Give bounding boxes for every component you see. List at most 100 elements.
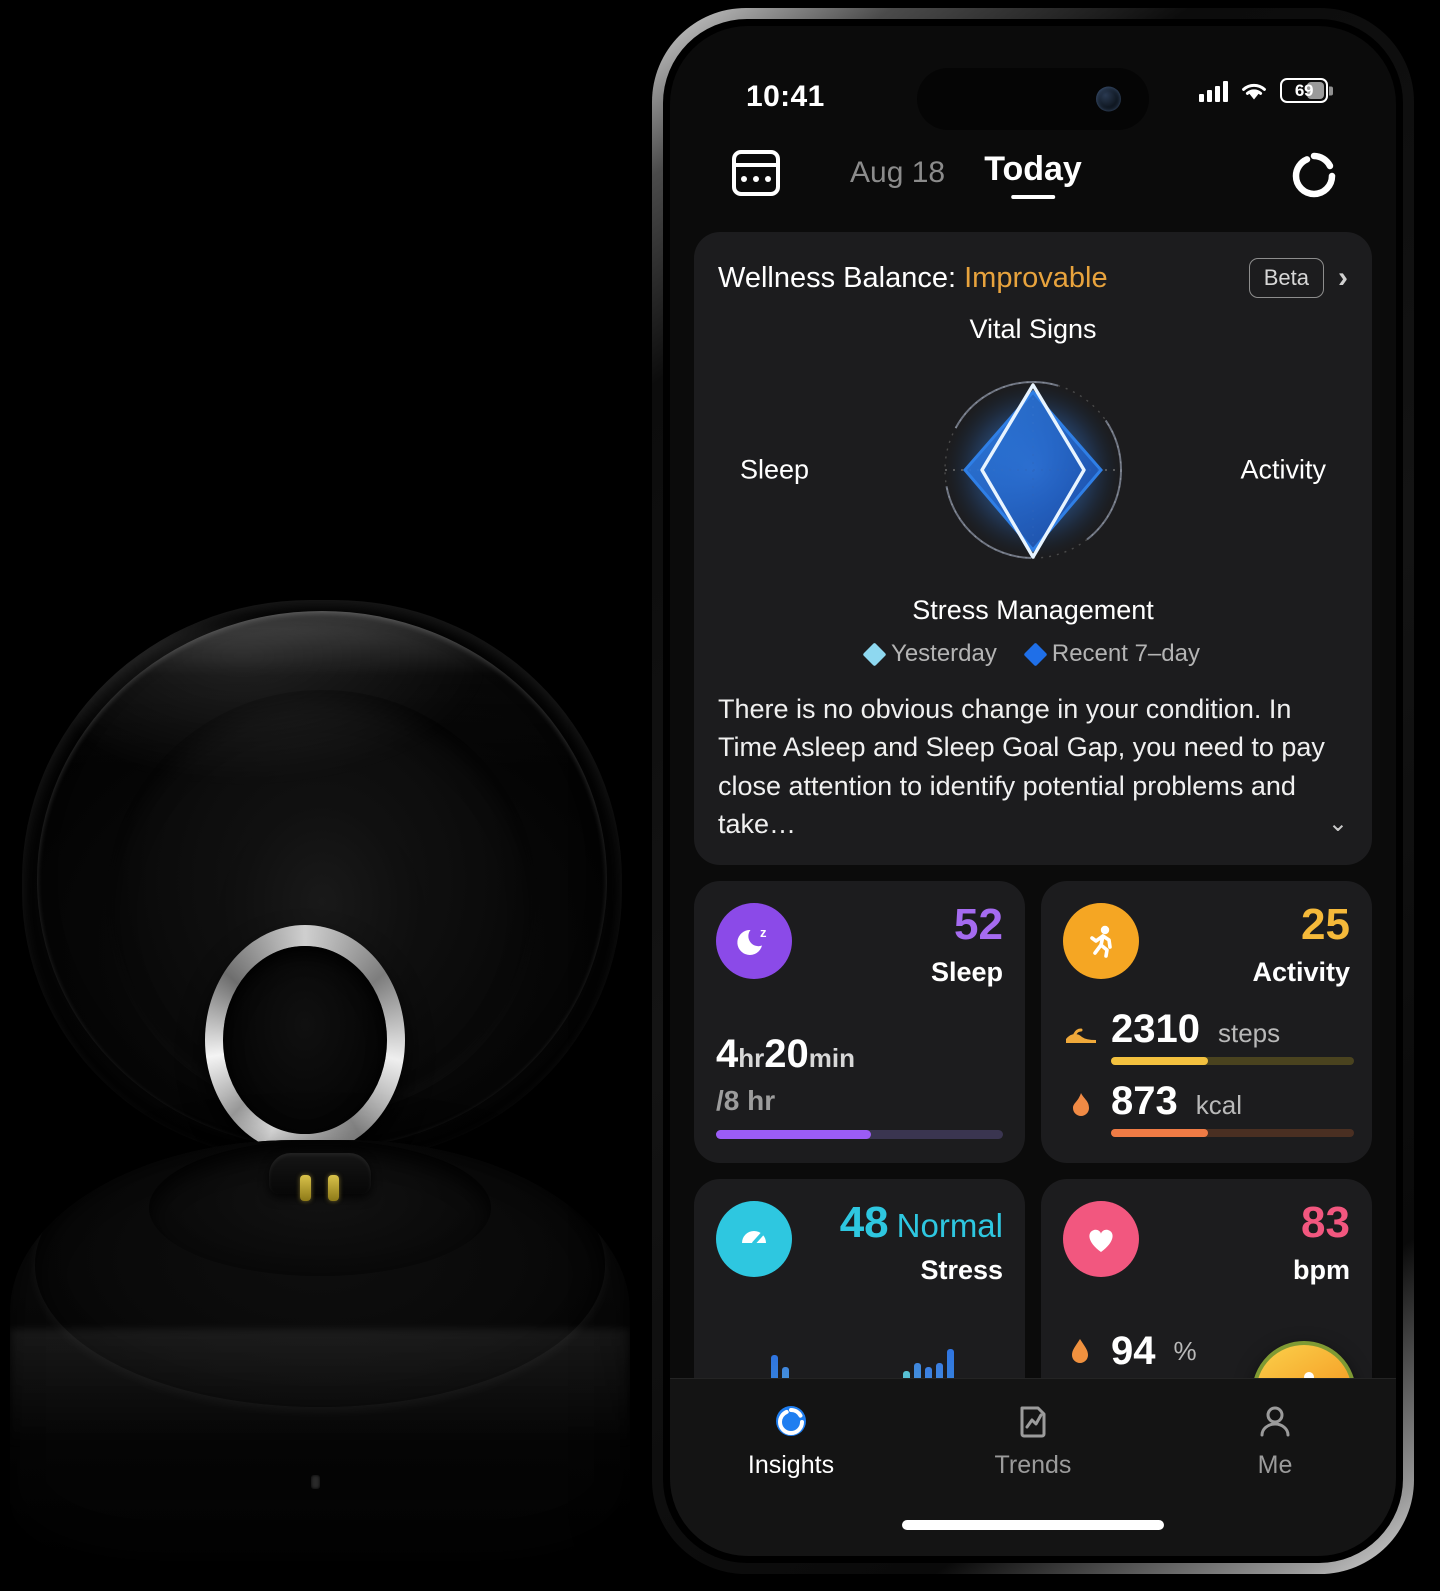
heart-icon bbox=[1063, 1201, 1139, 1278]
heart-rate-value: 83 bbox=[1301, 1198, 1350, 1248]
status-bar: 10:41 69 bbox=[670, 26, 1396, 130]
phone-device: 10:41 69 Aug 18 Today Wellness Balance: … bbox=[652, 8, 1414, 1574]
charging-case-base bbox=[10, 1140, 630, 1570]
steps-progress-bar bbox=[1111, 1057, 1354, 1066]
steps-unit: steps bbox=[1217, 1018, 1281, 1049]
battery-icon: 69 bbox=[1280, 78, 1328, 103]
stress-score: 48 bbox=[839, 1198, 889, 1248]
wellness-header-row: Wellness Balance: Improvable Beta › bbox=[718, 258, 1348, 298]
kcal-value: 873 bbox=[1111, 1079, 1178, 1124]
sleep-mins-unit: min bbox=[808, 1043, 855, 1074]
stress-label: Stress bbox=[920, 1255, 1003, 1286]
status-indicators: 69 bbox=[1199, 78, 1328, 103]
activity-score: 25 bbox=[1301, 900, 1350, 950]
sleep-card-header: z 52 Sleep bbox=[716, 903, 1003, 988]
sleep-hours-unit: hr bbox=[738, 1043, 765, 1074]
sleep-score-group: 52 Sleep bbox=[931, 903, 1003, 988]
case-base-indicator bbox=[311, 1475, 321, 1490]
chevron-down-icon[interactable]: ⌄ bbox=[1328, 807, 1348, 841]
running-person-icon bbox=[1063, 903, 1139, 980]
beta-badge: Beta bbox=[1248, 258, 1324, 298]
sleep-goal: /8 hr bbox=[716, 1085, 776, 1117]
sync-ring-icon[interactable] bbox=[1290, 150, 1338, 198]
radar-axis-label-left: Sleep bbox=[740, 454, 810, 485]
home-indicator[interactable] bbox=[902, 1520, 1164, 1530]
case-base-well bbox=[148, 1140, 492, 1277]
legend-item: Recent 7–day bbox=[1023, 640, 1200, 668]
dynamic-island bbox=[917, 68, 1149, 130]
wellness-title: Wellness Balance: Improvable bbox=[718, 262, 1108, 295]
wellness-title-prefix: Wellness Balance: bbox=[718, 261, 957, 294]
page-title: Today bbox=[984, 150, 1082, 188]
spo2-value: 94 bbox=[1111, 1329, 1156, 1374]
charging-pin-left bbox=[300, 1174, 312, 1201]
status-clock: 10:41 bbox=[746, 80, 825, 113]
steps-value: 2310 bbox=[1111, 1007, 1200, 1052]
tab-label-insights: Insights bbox=[747, 1451, 835, 1479]
kcal-unit: kcal bbox=[1195, 1090, 1242, 1121]
wellness-radar-chart: Vital Signs Sleep Activity Stress Manage… bbox=[718, 314, 1348, 625]
radar-legend: Yesterday Recent 7–day bbox=[718, 640, 1348, 668]
insights-ring-icon bbox=[776, 1406, 806, 1436]
heart-rate-unit: bpm bbox=[1293, 1255, 1350, 1286]
wellness-status-value: Improvable bbox=[964, 261, 1108, 294]
steps-row: 2310 steps bbox=[1063, 1009, 1354, 1049]
charging-dock bbox=[268, 1153, 372, 1201]
app-header: Aug 18 Today bbox=[670, 138, 1396, 222]
kcal-row: 873 kcal bbox=[1063, 1081, 1354, 1121]
tab-list: Insights Trends Me bbox=[670, 1379, 1396, 1480]
tab-me[interactable]: Me bbox=[1154, 1401, 1396, 1480]
activity-metrics: 2310 steps 873 kcal bbox=[1063, 1009, 1354, 1138]
heart-score-group: 83 bpm bbox=[1293, 1201, 1350, 1286]
header-prev-date[interactable]: Aug 18 bbox=[850, 156, 945, 190]
activity-card[interactable]: 25 Activity 2310 steps 873 kcal bbox=[1041, 881, 1372, 1164]
charging-pin-right bbox=[328, 1174, 340, 1201]
sleep-progress-bar bbox=[716, 1130, 1003, 1140]
radar-axis-label-bottom: Stress Management bbox=[912, 595, 1154, 625]
case-base-sheen bbox=[10, 1329, 630, 1450]
flame-icon bbox=[1063, 1091, 1099, 1121]
stress-score-group: 48 Normal Stress bbox=[840, 1201, 1003, 1286]
legend-label: Recent 7–day bbox=[1051, 640, 1200, 667]
spo2-unit: % bbox=[1173, 1335, 1197, 1366]
sleep-label: Sleep bbox=[930, 957, 1003, 988]
stress-status: Normal bbox=[896, 1207, 1003, 1245]
tab-insights[interactable]: Insights bbox=[670, 1401, 912, 1480]
wellness-balance-card[interactable]: Wellness Balance: Improvable Beta › Vita… bbox=[694, 232, 1372, 866]
smart-ring-charging-case bbox=[0, 0, 660, 1591]
sleep-mins-value: 20 bbox=[764, 1032, 809, 1077]
header-title[interactable]: Today bbox=[984, 150, 1082, 199]
screenshot-root: 10:41 69 Aug 18 Today Wellness Balance: … bbox=[0, 0, 1440, 1591]
chevron-right-icon[interactable]: › bbox=[1338, 263, 1348, 293]
phone-bezel: 10:41 69 Aug 18 Today Wellness Balance: … bbox=[663, 19, 1403, 1563]
tab-trends[interactable]: Trends bbox=[912, 1401, 1154, 1480]
sleep-duration: 4hr20min bbox=[716, 1032, 855, 1077]
wellness-description[interactable]: There is no obvious change in your condi… bbox=[718, 690, 1348, 843]
tab-label-trends: Trends bbox=[994, 1451, 1072, 1479]
legend-diamond-icon bbox=[1023, 641, 1048, 667]
trends-chart-icon bbox=[1020, 1406, 1046, 1438]
title-underline bbox=[1010, 195, 1055, 199]
phone-screen: 10:41 69 Aug 18 Today Wellness Balance: … bbox=[670, 26, 1396, 1556]
spo2-row: 94 % bbox=[1063, 1331, 1208, 1371]
lid-gloss-highlight bbox=[70, 622, 502, 791]
scroll-content: Wellness Balance: Improvable Beta › Vita… bbox=[670, 232, 1396, 1462]
activity-label: Activity bbox=[1252, 957, 1350, 988]
shoe-icon bbox=[1063, 1019, 1099, 1049]
cellular-bars-icon bbox=[1199, 80, 1228, 102]
sleep-hours-value: 4 bbox=[716, 1032, 739, 1077]
battery-level: 69 bbox=[1294, 80, 1314, 100]
radar-axis-label-right: Activity bbox=[1240, 454, 1326, 485]
calendar-icon[interactable] bbox=[732, 150, 780, 196]
wifi-icon bbox=[1242, 83, 1266, 99]
person-icon bbox=[1260, 1406, 1290, 1437]
tab-label-me: Me bbox=[1257, 1451, 1293, 1479]
sleep-card[interactable]: z 52 Sleep 4hr20min /8 hr bbox=[694, 881, 1025, 1164]
legend-label: Yesterday bbox=[891, 640, 997, 667]
radar-axis-label-top: Vital Signs bbox=[969, 314, 1097, 344]
bottom-tab-bar: Insights Trends Me bbox=[670, 1378, 1396, 1556]
legend-item: Yesterday bbox=[862, 640, 997, 668]
wellness-description-text: There is no obvious change in your condi… bbox=[718, 694, 1325, 839]
activity-card-header: 25 Activity bbox=[1063, 903, 1350, 988]
activity-score-group: 25 Activity bbox=[1252, 903, 1350, 988]
